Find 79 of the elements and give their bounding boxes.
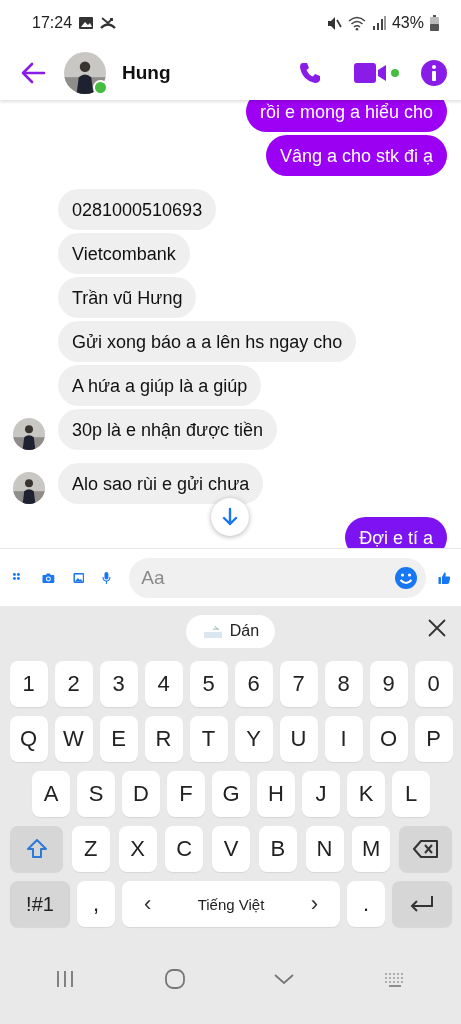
message-bubble: 30p là e nhận được tiền <box>58 409 277 450</box>
status-time: 17:24 <box>32 14 73 32</box>
keyboard-key[interactable]: Z <box>71 826 110 872</box>
chevron-down-icon[interactable] <box>273 972 296 986</box>
scroll-down-button[interactable] <box>211 498 249 536</box>
home-icon[interactable] <box>163 968 186 990</box>
keyboard-key[interactable]: 4 <box>144 661 183 707</box>
keyboard-key[interactable]: Q <box>9 716 48 762</box>
keyboard-key[interactable]: R <box>144 716 183 762</box>
keyboard-key[interactable]: I <box>324 716 363 762</box>
enter-icon <box>409 894 435 914</box>
signal-icon <box>371 16 386 30</box>
keyboard-key[interactable]: . <box>347 881 385 927</box>
keyboard-key[interactable]: E <box>99 716 138 762</box>
keyboard-key[interactable]: 1 <box>9 661 48 707</box>
message-bubble: Gửi xong báo a a lên hs ngay cho <box>58 321 357 362</box>
keyboard-key[interactable]: 9 <box>369 661 408 707</box>
contact-name: Hung <box>122 62 172 84</box>
keyboard-key[interactable]: H <box>257 771 295 817</box>
keyboard-key[interactable]: W <box>54 716 93 762</box>
clipboard-preview-icon <box>201 623 224 639</box>
message-bubble: Đợi e tí a <box>345 517 447 548</box>
phone-icon[interactable] <box>298 61 322 85</box>
missed-call-icon <box>100 16 117 30</box>
battery-icon <box>430 15 439 31</box>
keyboard-key[interactable]: S <box>77 771 115 817</box>
emoji-icon[interactable] <box>394 565 419 590</box>
keyboard-key[interactable]: F <box>167 771 205 817</box>
shift-icon <box>24 837 49 861</box>
enter-key[interactable] <box>392 881 452 927</box>
keyboard-key[interactable]: K <box>347 771 385 817</box>
keyboard-key[interactable]: J <box>302 771 340 817</box>
video-camera-icon[interactable] <box>354 62 388 84</box>
image-icon <box>78 16 95 30</box>
symbols-key[interactable]: !#1 <box>10 881 70 927</box>
keyboard-key[interactable]: , <box>77 881 115 927</box>
keyboard-key[interactable]: T <box>189 716 228 762</box>
contact-avatar <box>64 52 106 94</box>
keyboard-key[interactable]: 2 <box>54 661 93 707</box>
keyboard-key[interactable]: 3 <box>99 661 138 707</box>
message-bubble: Alo sao rùi e gửi chưa <box>58 463 264 504</box>
keyboard-key[interactable]: L <box>392 771 430 817</box>
keyboard-key[interactable]: B <box>258 826 297 872</box>
keyboard-key[interactable]: U <box>279 716 318 762</box>
info-icon[interactable] <box>421 60 447 86</box>
keyboard-key[interactable]: 8 <box>324 661 363 707</box>
message-bubble: Trần vũ Hưng <box>58 277 197 318</box>
message-bubble: Vietcombank <box>58 233 190 274</box>
keyboard-key[interactable]: G <box>212 771 250 817</box>
battery-percent: 43% <box>391 14 424 32</box>
keyboard-key[interactable]: Y <box>234 716 273 762</box>
keyboard-key[interactable]: N <box>305 826 344 872</box>
close-icon <box>427 618 447 638</box>
keyboard-key[interactable]: 5 <box>189 661 228 707</box>
keyboard-key[interactable]: V <box>212 826 250 872</box>
keyboard-key[interactable]: A <box>32 771 70 817</box>
down-arrow-icon <box>221 507 239 527</box>
space-key[interactable]: ‹ Tiếng Việt › <box>122 881 340 927</box>
message-input[interactable]: Aa <box>129 557 427 598</box>
keyboard-key[interactable]: 7 <box>279 661 318 707</box>
keyboard-key[interactable]: C <box>165 826 204 872</box>
backspace-key[interactable] <box>399 826 452 872</box>
back-arrow-icon[interactable] <box>20 62 46 84</box>
message-bubble: rồi e mong a hiểu cho <box>245 100 447 132</box>
keyboard-key[interactable]: 0 <box>414 661 453 707</box>
keyboard-key[interactable]: D <box>122 771 160 817</box>
keyboard-key[interactable]: M <box>352 826 391 872</box>
mute-icon <box>325 15 342 31</box>
keyboard-key[interactable]: P <box>414 716 453 762</box>
backspace-icon <box>412 839 439 859</box>
message-bubble: Vâng a cho stk đi ạ <box>265 135 447 176</box>
shift-key[interactable] <box>10 826 63 872</box>
keyboard-key[interactable]: X <box>118 826 157 872</box>
message-bubble: A hứa a giúp là a giúp <box>58 365 262 406</box>
paste-button[interactable]: Dán <box>185 614 276 648</box>
wifi-icon <box>347 15 366 31</box>
keyboard-key[interactable]: 6 <box>234 661 273 707</box>
message-bubble: 0281000510693 <box>58 189 217 230</box>
keyboard-key[interactable]: O <box>369 716 408 762</box>
